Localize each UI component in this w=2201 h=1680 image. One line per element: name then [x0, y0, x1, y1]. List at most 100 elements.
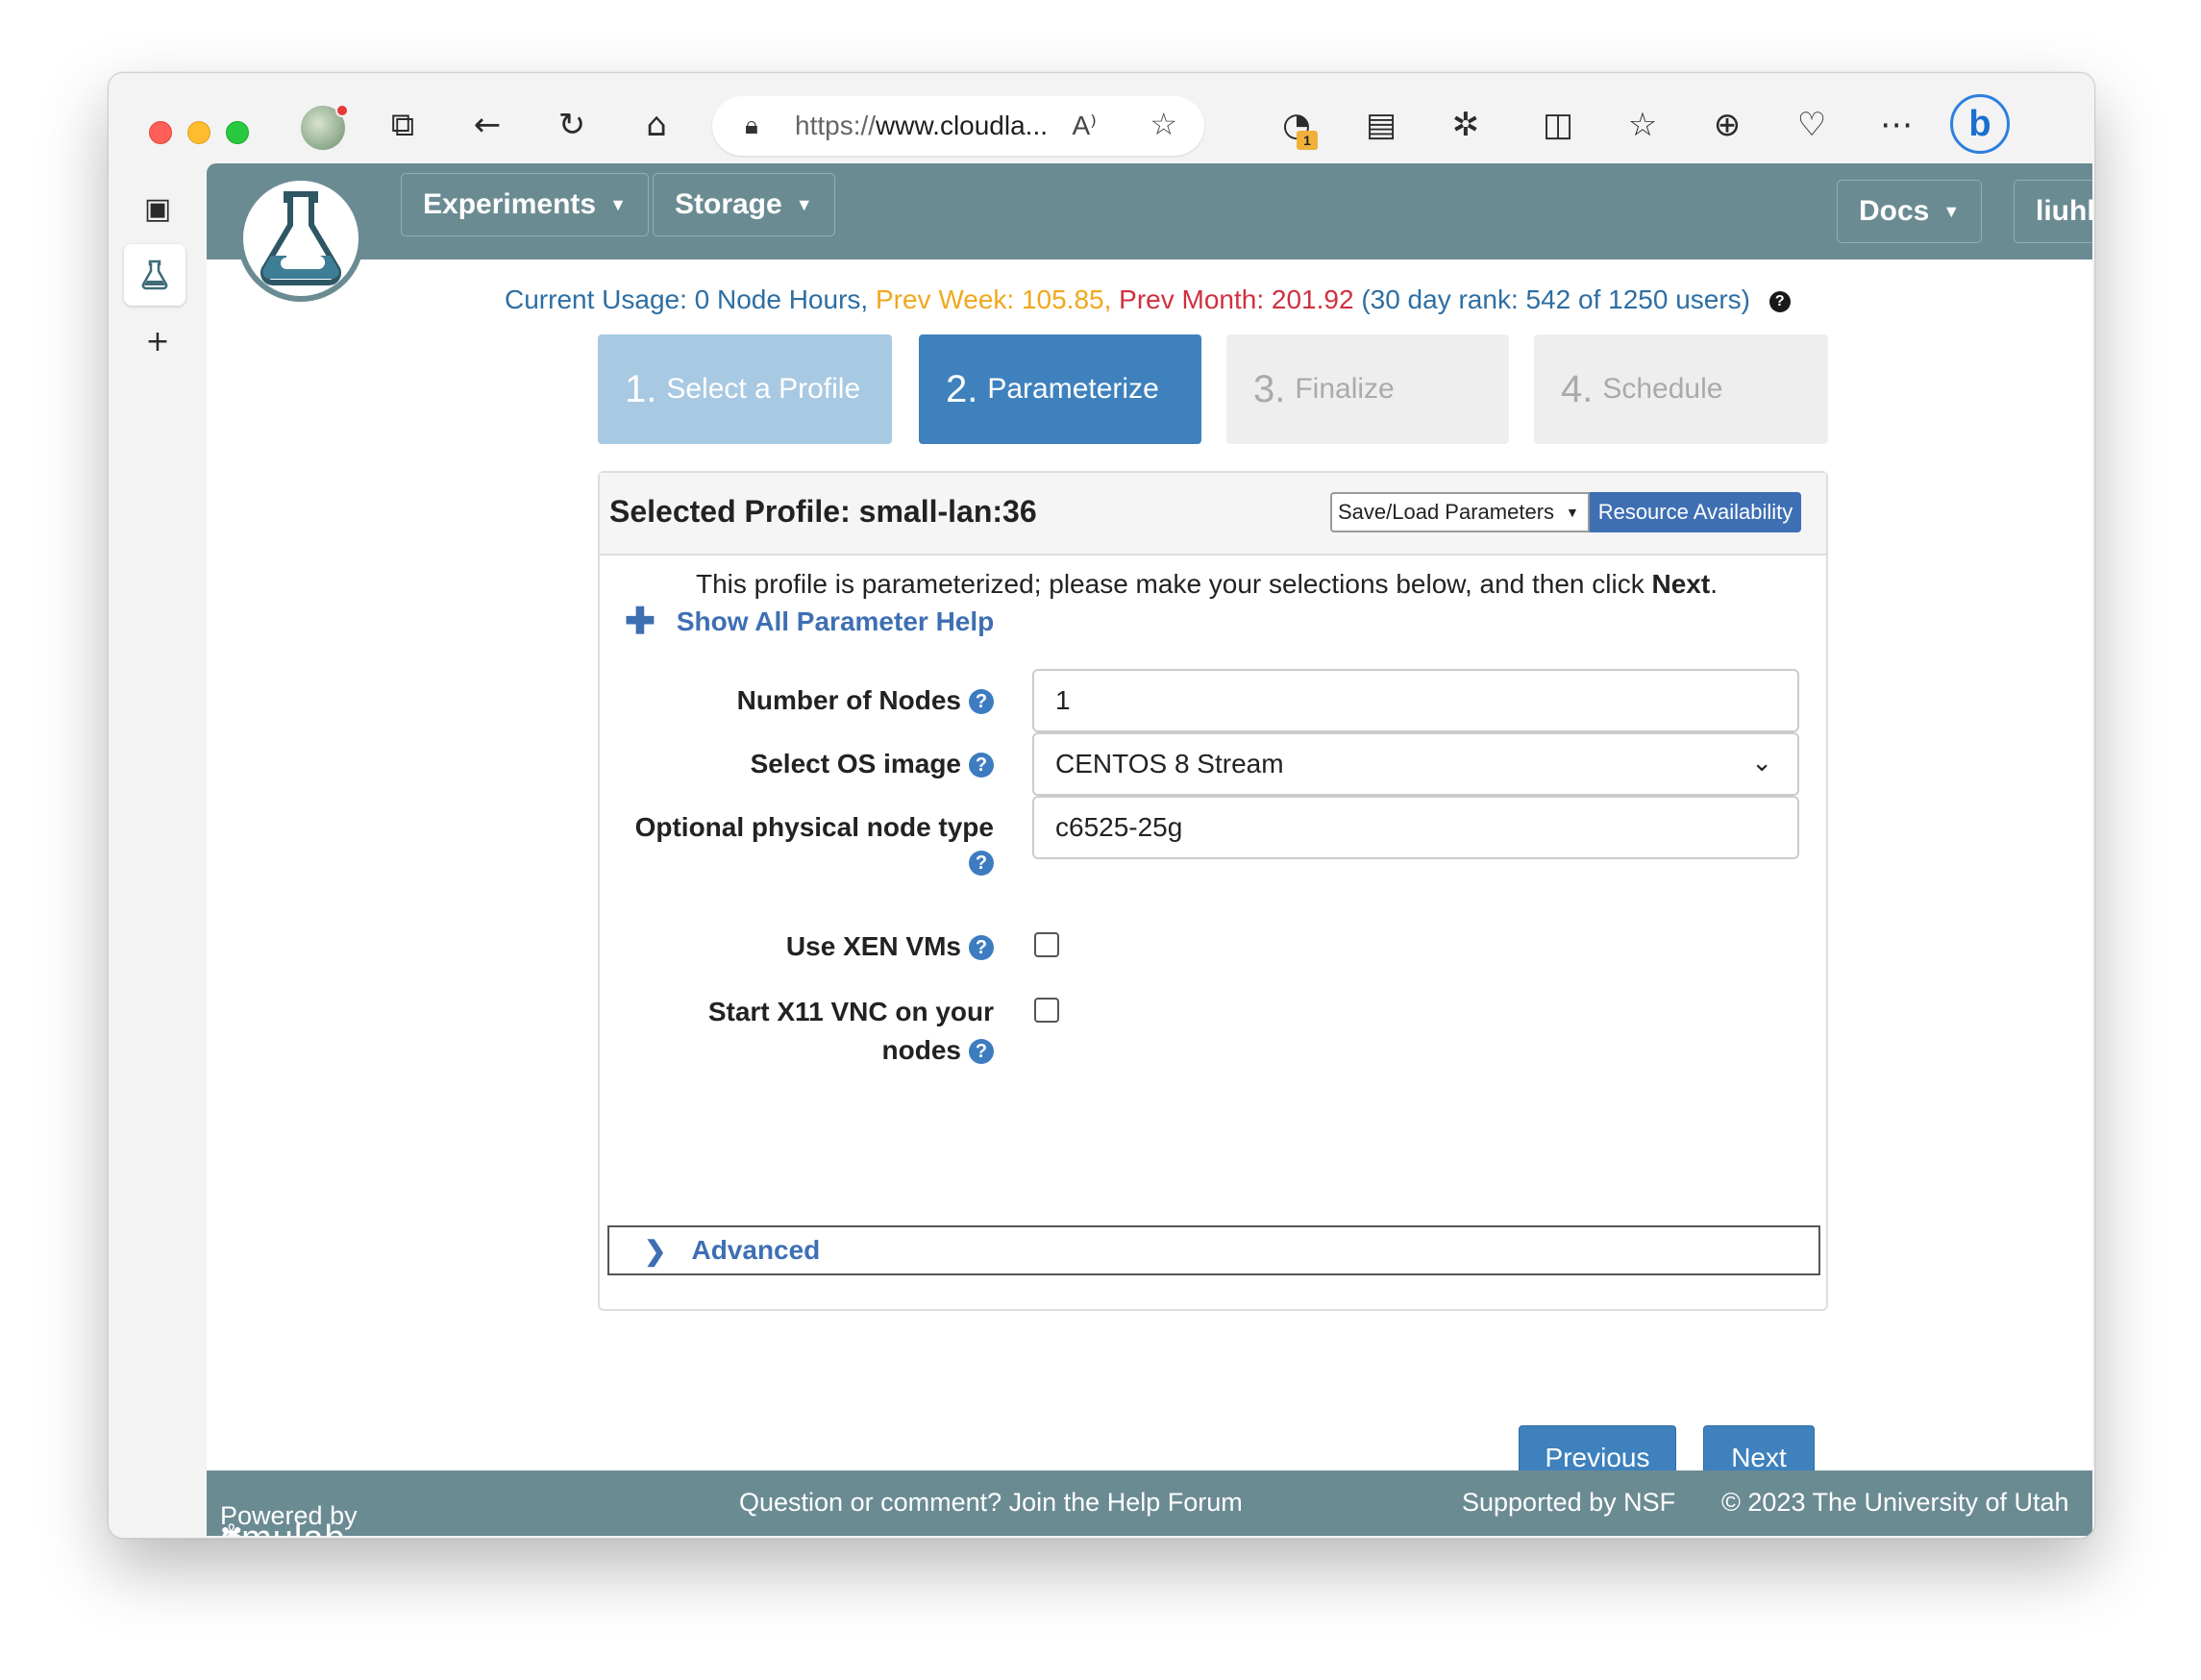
- parameter-panel: Selected Profile: small-lan:36 Save/Load…: [598, 471, 1828, 1311]
- nodes-value: 1: [1055, 685, 1071, 715]
- home-icon[interactable]: ⌂: [633, 102, 680, 148]
- close-window-button[interactable]: [149, 121, 172, 144]
- step-label: Select a Profile: [666, 373, 861, 405]
- advanced-label: Advanced: [691, 1235, 821, 1265]
- node-type-input[interactable]: c6525-25g: [1032, 796, 1799, 859]
- vnc-label: Start X11 VNC on your: [708, 992, 994, 1032]
- step-finalize: 3. Finalize: [1226, 334, 1509, 444]
- vertical-tab-strip: ▣ +: [109, 163, 205, 1538]
- use-xen-checkbox[interactable]: [1034, 932, 1059, 957]
- url-text[interactable]: https://www.cloudla...: [795, 111, 1048, 141]
- new-tab-icon[interactable]: +: [134, 317, 182, 365]
- rank-text: (30 day rank: 542 of 1250 users): [1361, 284, 1750, 314]
- usage-help-icon[interactable]: ?: [1768, 291, 1791, 312]
- zoom-window-button[interactable]: [226, 121, 249, 144]
- help-question-icon[interactable]: ?: [969, 1039, 994, 1064]
- current-usage-text: Current Usage: 0 Node Hours,: [505, 284, 869, 314]
- user-menu-button[interactable]: liuhh23▼: [2014, 180, 2092, 243]
- cloudlab-logo[interactable]: [237, 175, 364, 302]
- more-icon[interactable]: ⋯: [1873, 102, 1919, 148]
- collections-add-icon[interactable]: ⊕: [1704, 102, 1750, 148]
- intro-text: This profile is parameterized; please ma…: [696, 569, 1718, 600]
- favorite-star-icon[interactable]: ☆: [1150, 106, 1177, 142]
- intro-next-bold: Next: [1651, 569, 1711, 599]
- os-image-select[interactable]: CENTOS 8 Stream ⌄: [1032, 732, 1799, 796]
- panel-header: Selected Profile: small-lan:36 Save/Load…: [600, 473, 1826, 556]
- collections-icon[interactable]: ⧉: [380, 102, 426, 148]
- read-aloud-icon[interactable]: A⁾: [1072, 110, 1097, 141]
- user-label: liuhh23: [2036, 195, 2092, 227]
- show-all-help-link[interactable]: ✚ Show All Parameter Help: [625, 604, 994, 640]
- step-number: 1.: [625, 367, 657, 410]
- refresh-icon[interactable]: ↻: [549, 102, 595, 148]
- step-select-profile[interactable]: 1. Select a Profile: [598, 334, 892, 444]
- node-type-help: ?: [961, 842, 994, 882]
- browser-titlebar: ⧉ ← ↻ ⌂ 🔒︎ https://www.cloudla... A⁾ ☆ ◔…: [109, 73, 2094, 163]
- step-parameterize[interactable]: 2. Parameterize: [919, 334, 1201, 444]
- caret-down-icon: ▼: [795, 194, 813, 214]
- caret-down-icon: ▼: [1566, 505, 1579, 520]
- top-navbar: Experiments ▼ Storage ▼ Docs ▼ liuhh23▼: [207, 163, 2092, 259]
- chevron-down-icon: ⌄: [1751, 748, 1772, 777]
- help-question-icon[interactable]: ?: [969, 753, 994, 778]
- usage-summary: Current Usage: 0 Node Hours, Prev Week: …: [505, 284, 1791, 315]
- node-type-value: c6525-25g: [1055, 812, 1183, 842]
- lock-icon[interactable]: 🔒︎: [745, 111, 774, 141]
- help-forum-link[interactable]: Question or comment? Join the Help Forum: [739, 1488, 1243, 1518]
- minimize-window-button[interactable]: [187, 121, 210, 144]
- step-label: Parameterize: [987, 373, 1159, 405]
- node-type-label: Optional physical node type: [635, 807, 994, 848]
- extension-badge: 1: [1297, 131, 1318, 150]
- xen-label: Use XEN VMs?: [786, 926, 994, 967]
- save-load-label: Save/Load Parameters: [1338, 500, 1555, 524]
- health-icon[interactable]: ♡: [1789, 102, 1835, 148]
- help-question-icon[interactable]: ?: [969, 851, 994, 876]
- back-icon[interactable]: ←: [464, 102, 510, 148]
- supported-by-nsf[interactable]: Supported by NSF: [1462, 1488, 1675, 1518]
- reader-icon[interactable]: ▤: [1358, 102, 1404, 148]
- node-type-label-text: Optional physical node type: [634, 812, 994, 842]
- os-label-text: Select OS image: [750, 749, 961, 778]
- address-bar[interactable]: 🔒︎ https://www.cloudla... A⁾ ☆: [712, 96, 1204, 156]
- vnc-label-text: Start X11 VNC on your: [707, 997, 994, 1026]
- save-load-parameters-button[interactable]: Save/Load Parameters ▼: [1330, 492, 1590, 532]
- os-image-label: Select OS image?: [751, 744, 994, 784]
- copyright-text: © 2023 The University of Utah: [1721, 1488, 2069, 1517]
- start-vnc-checkbox[interactable]: [1034, 998, 1059, 1023]
- emulab-wordmark: emulab: [220, 1519, 346, 1536]
- number-of-nodes-input[interactable]: 1: [1032, 669, 1799, 732]
- step-label: Finalize: [1295, 373, 1395, 405]
- step-label: Schedule: [1602, 373, 1723, 405]
- storage-label: Storage: [675, 188, 782, 220]
- experiments-menu-button[interactable]: Experiments ▼: [401, 173, 649, 236]
- help-question-icon[interactable]: ?: [969, 935, 994, 960]
- vnc-label-line2: nodes?: [882, 1030, 994, 1071]
- vnc-label-text-2: nodes: [881, 1035, 961, 1065]
- intro-text-body: This profile is parameterized; please ma…: [696, 569, 1652, 599]
- resource-availability-button[interactable]: Resource Availability: [1590, 492, 1801, 532]
- bing-icon[interactable]: b: [1950, 94, 2010, 154]
- chevron-right-icon: ❯: [644, 1235, 667, 1266]
- footer: Powered by ✾emulab Question or comment? …: [207, 1470, 2092, 1536]
- browser-window: ⧉ ← ↻ ⌂ 🔒︎ https://www.cloudla... A⁾ ☆ ◔…: [108, 72, 2095, 1539]
- nodes-label: Number of Nodes?: [737, 680, 994, 721]
- os-value: CENTOS 8 Stream: [1055, 749, 1284, 778]
- puzzle-icon[interactable]: ✲: [1443, 102, 1489, 148]
- tab-actions-icon[interactable]: ▣: [134, 185, 182, 233]
- favorites-list-icon[interactable]: ☆: [1620, 102, 1666, 148]
- xen-label-text: Use XEN VMs: [785, 931, 961, 961]
- step-number: 2.: [946, 367, 978, 410]
- experiments-label: Experiments: [423, 188, 597, 220]
- caret-down-icon: ▼: [1942, 201, 1961, 221]
- split-screen-icon[interactable]: ◫: [1535, 102, 1581, 148]
- help-question-icon[interactable]: ?: [969, 689, 994, 714]
- show-help-label: Show All Parameter Help: [676, 606, 995, 636]
- caret-down-icon: ▼: [609, 194, 627, 214]
- storage-menu-button[interactable]: Storage ▼: [653, 173, 835, 236]
- intro-text-end: .: [1710, 569, 1718, 599]
- step-schedule: 4. Schedule: [1534, 334, 1828, 444]
- docs-menu-button[interactable]: Docs ▼: [1837, 180, 1983, 243]
- docs-label: Docs: [1859, 195, 1930, 227]
- active-tab-flask-icon[interactable]: [124, 244, 185, 306]
- advanced-section-toggle[interactable]: ❯ Advanced: [607, 1225, 1820, 1275]
